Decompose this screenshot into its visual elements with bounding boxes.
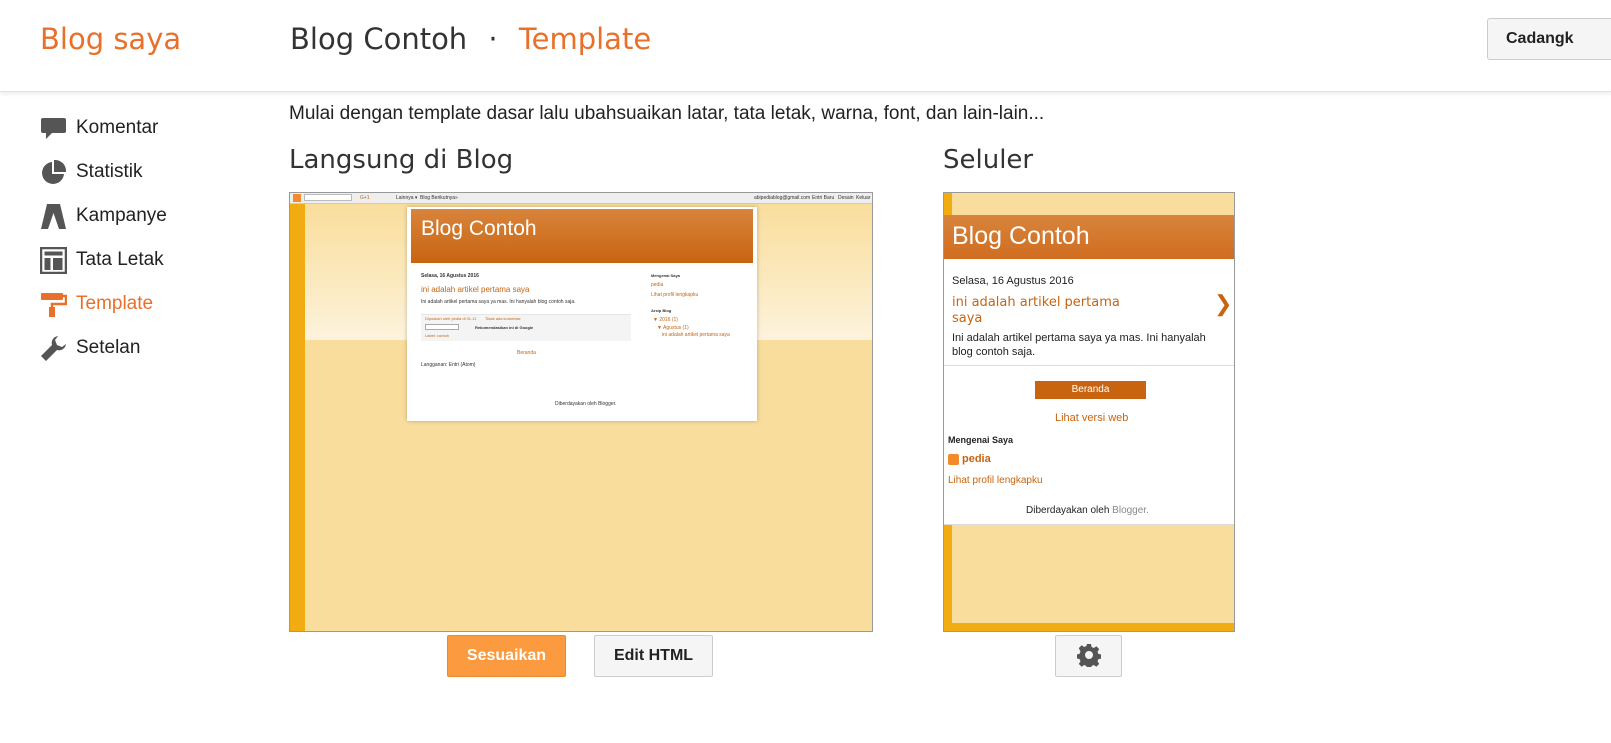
mobile-divider: [944, 365, 1234, 366]
preview-logout: Keluar: [856, 195, 871, 201]
mobile-preview[interactable]: Blog Contoh Selasa, 16 Agustus 2016 ini …: [943, 192, 1235, 632]
preview-next-blog: Blog Berikutnya»: [420, 195, 458, 201]
mobile-about-title: Mengenai Saya: [948, 435, 1014, 445]
sidebar-item-campaigns[interactable]: Kampanye: [40, 194, 270, 238]
preview-recommend: Rekomendasikan ini di Google: [475, 325, 534, 330]
mobile-about-link: Lihat profil lengkapku: [948, 475, 1043, 486]
sidebar-item-stats[interactable]: Statistik: [40, 150, 270, 194]
mobile-post-title-line2: saya: [952, 311, 983, 326]
mobile-page: Blog Contoh Selasa, 16 Agustus 2016 ini …: [944, 215, 1234, 525]
preview-powered: Diberdayakan oleh Blogger.: [555, 401, 617, 407]
blogger-profile-icon: [948, 454, 959, 465]
sidebar-item-template[interactable]: Template: [40, 282, 270, 326]
preview-search-box: [304, 194, 352, 201]
mobile-blog-header: Blog Contoh: [944, 215, 1234, 259]
preview-design: Desain: [838, 195, 854, 201]
live-blog-title: Langsung di Blog: [289, 145, 514, 175]
paint-roller-icon: [40, 291, 67, 318]
preview-new-post: Entri Baru: [812, 195, 835, 201]
mobile-about-name: pedia: [962, 453, 991, 465]
mobile-web-version-link: Lihat versi web: [1055, 412, 1129, 424]
sidebar: Komentar Statistik Kampanye Tata Letak T…: [40, 106, 270, 370]
campaign-icon: [40, 203, 67, 230]
mobile-blogger-link: Blogger.: [1112, 505, 1149, 516]
wrench-icon: [40, 335, 67, 362]
preview-no-comment: Tidak ada komentar:: [485, 316, 522, 321]
mobile-settings-button[interactable]: [1055, 635, 1122, 677]
preview-archive-year: ▼ 2016 (1): [653, 317, 678, 323]
preview-blog-header: Blog Contoh: [411, 209, 753, 263]
preview-home-link: Beranda: [517, 350, 536, 356]
pie-chart-icon: [40, 159, 67, 186]
edit-html-button[interactable]: Edit HTML: [594, 635, 713, 677]
gear-icon: [1076, 643, 1101, 670]
mobile-post-title: ini adalah artikel pertama: [952, 295, 1120, 310]
preview-email: abipediablog@gmail.com: [754, 195, 811, 201]
preview-about-name: pedia: [651, 282, 664, 288]
breadcrumb: Blog Contoh · Template: [290, 22, 651, 56]
mobile-home-button: Beranda: [1035, 381, 1146, 399]
next-arrow-icon[interactable]: ❯: [1214, 291, 1232, 317]
page-title: Template: [518, 22, 652, 56]
preview-about-link: Lihat profil lengkapku: [651, 292, 699, 298]
preview-about-title: Mengenai Saya: [651, 273, 680, 278]
preview-post-date: Selasa, 16 Agustus 2016: [421, 273, 479, 279]
preview-more: Lainnya ▾: [396, 195, 418, 201]
preview-archive-month: ▼ Agustus (1): [657, 325, 689, 331]
preview-archive-title: Arsip Blog: [651, 308, 672, 313]
mobile-post-date: Selasa, 16 Agustus 2016: [952, 275, 1074, 287]
intro-text: Mulai dengan template dasar lalu ubahsua…: [289, 103, 1045, 124]
breadcrumb-blog-name[interactable]: Blog Contoh: [290, 22, 467, 56]
sidebar-item-label: Tata Letak: [76, 249, 164, 270]
sidebar-item-label: Statistik: [76, 161, 143, 182]
preview-post-footer: Diposkan oleh pedia di 01.11: [425, 316, 477, 321]
preview-post-body: Ini adalah artikel pertama saya ya mas. …: [421, 299, 576, 305]
preview-labels: Label: contoh: [425, 333, 450, 338]
sidebar-item-label: Template: [76, 293, 154, 314]
sidebar-item-label: Kampanye: [76, 205, 167, 226]
preview-stripe-bottom: [944, 623, 1234, 631]
sidebar-item-comments[interactable]: Komentar: [40, 106, 270, 150]
comment-icon: [40, 115, 67, 142]
mobile-powered-text: Diberdayakan oleh: [1026, 505, 1110, 516]
preview-navbar: G+1 Lainnya ▾ Blog Berikutnya» abipediab…: [290, 193, 872, 204]
sidebar-item-layout[interactable]: Tata Letak: [40, 238, 270, 282]
sidebar-item-label: Setelan: [76, 337, 141, 358]
backup-button[interactable]: Cadangk: [1487, 18, 1611, 60]
top-bar: Blog saya Blog Contoh · Template Cadangk: [0, 0, 1611, 92]
blogger-logo-icon: [293, 194, 301, 202]
desktop-preview[interactable]: G+1 Lainnya ▾ Blog Berikutnya» abipediab…: [289, 192, 873, 632]
brand-link[interactable]: Blog saya: [40, 22, 181, 56]
sidebar-item-settings[interactable]: Setelan: [40, 326, 270, 370]
preview-gplus: G+1: [360, 195, 370, 201]
mobile-title: Seluler: [943, 145, 1034, 175]
mobile-post-body-line2: blog contoh saja.: [952, 346, 1036, 358]
preview-subscribe: Langganan: Entri (Atom): [421, 362, 476, 368]
breadcrumb-separator: ·: [488, 22, 498, 56]
preview-page: Blog Contoh Selasa, 16 Agustus 2016 ini …: [407, 207, 757, 421]
preview-stripe: [290, 193, 305, 631]
sidebar-item-label: Komentar: [76, 117, 159, 138]
preview-share-icons: [425, 324, 459, 330]
mobile-post-body: Ini adalah artikel pertama saya ya mas. …: [952, 332, 1206, 344]
customize-button[interactable]: Sesuaikan: [447, 635, 566, 677]
mobile-powered: Diberdayakan oleh Blogger.: [1026, 505, 1149, 516]
preview-post-title: ini adalah artikel pertama saya: [421, 285, 530, 294]
layout-icon: [40, 246, 67, 274]
preview-archive-post: ini adalah artikel pertama saya: [662, 332, 730, 338]
